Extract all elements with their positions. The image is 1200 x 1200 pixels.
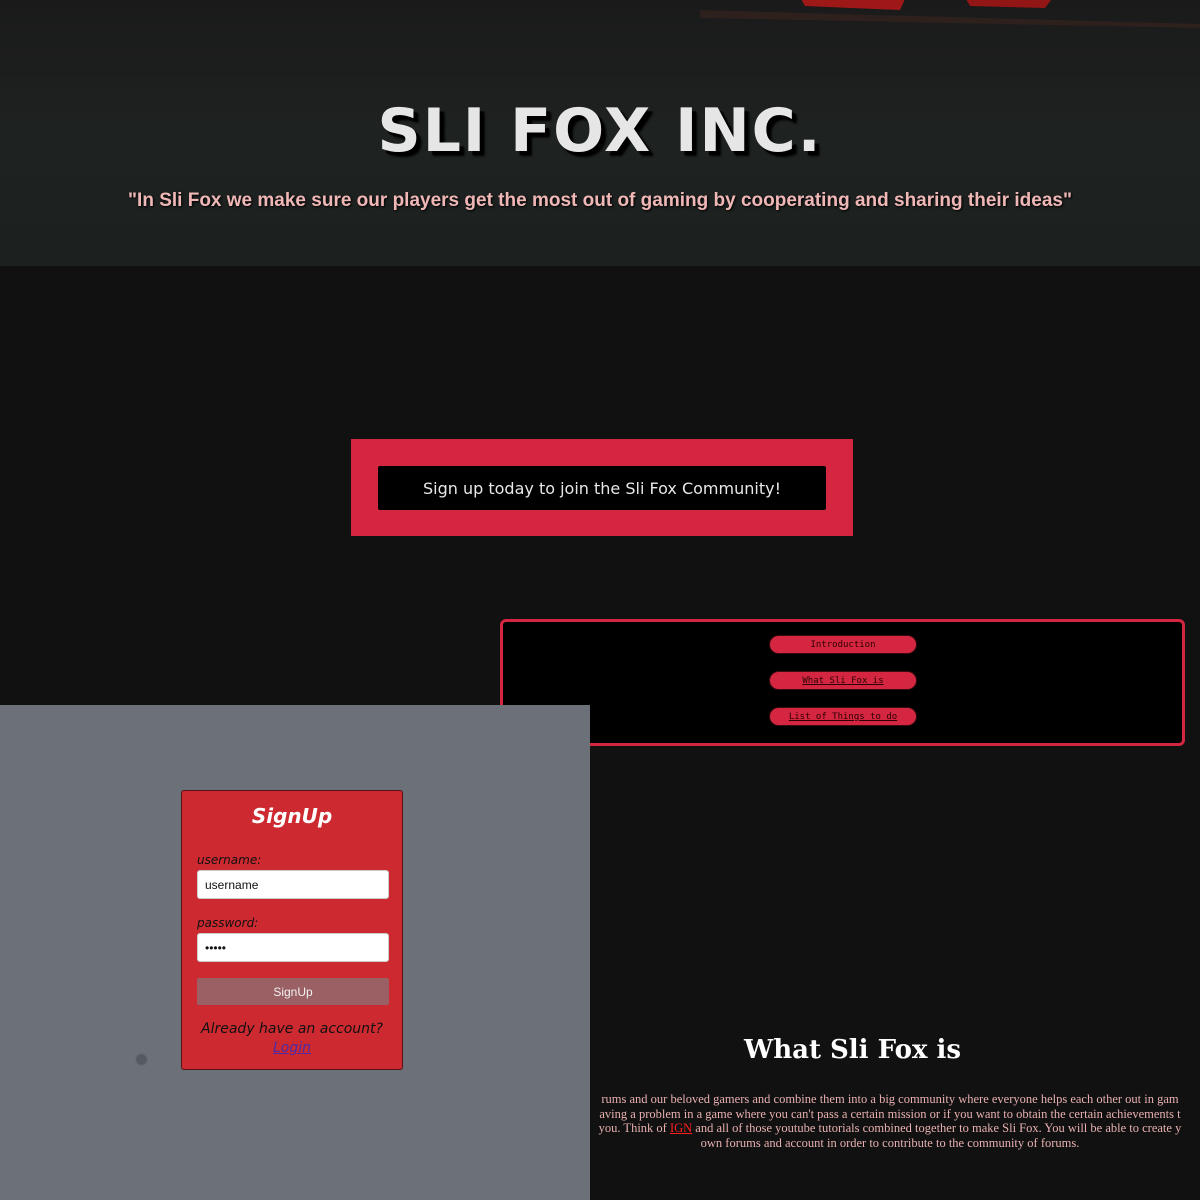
password-field[interactable] bbox=[197, 933, 389, 962]
signup-form: SignUp username: password: SignUp Alread… bbox=[181, 790, 403, 1070]
site-tagline: "In Sli Fox we make sure our players get… bbox=[128, 190, 1072, 211]
signup-cta-frame: Sign up today to join the Sli Fox Commun… bbox=[351, 439, 853, 536]
signup-window: SignUp username: password: SignUp Alread… bbox=[0, 705, 590, 1200]
paragraph-line: aving a problem in a game where you can'… bbox=[599, 1106, 1181, 1121]
already-have-account-text: Already have an account? bbox=[201, 1021, 383, 1037]
username-label: username: bbox=[197, 853, 262, 867]
paragraph-line: rums and our beloved gamers and combine … bbox=[601, 1092, 1179, 1106]
hero-banner: SLI FOX INC. "In Sli Fox we make sure ou… bbox=[0, 0, 1200, 266]
section-paragraph: rums and our beloved gamers and combine … bbox=[580, 1092, 1200, 1152]
nav-list-of-things[interactable]: List of Things to do bbox=[769, 707, 917, 726]
section-nav: Introduction What Sli Fox is List of Thi… bbox=[500, 619, 1185, 746]
signup-submit-button[interactable]: SignUp bbox=[197, 978, 389, 1005]
nav-introduction[interactable]: Introduction bbox=[769, 635, 917, 654]
join-community-button[interactable]: Sign up today to join the Sli Fox Commun… bbox=[378, 466, 826, 510]
username-field[interactable] bbox=[197, 870, 389, 899]
paragraph-line: you. Think of bbox=[598, 1121, 670, 1135]
hero-background-art bbox=[700, 0, 1200, 28]
password-label: password: bbox=[197, 916, 259, 930]
ign-link[interactable]: IGN bbox=[670, 1121, 692, 1135]
paragraph-line: and all of those youtube tutorials combi… bbox=[692, 1121, 1182, 1135]
signup-heading: SignUp bbox=[251, 804, 333, 828]
nav-what-sli-fox-is[interactable]: What Sli Fox is bbox=[769, 671, 917, 690]
login-link[interactable]: Login bbox=[182, 1040, 402, 1056]
paragraph-line: own forums and account in order to contr… bbox=[700, 1135, 1080, 1150]
section-heading: What Sli Fox is bbox=[744, 1035, 962, 1065]
site-title: SLI FOX INC. bbox=[377, 96, 823, 166]
mouse-cursor-icon bbox=[137, 1055, 146, 1064]
